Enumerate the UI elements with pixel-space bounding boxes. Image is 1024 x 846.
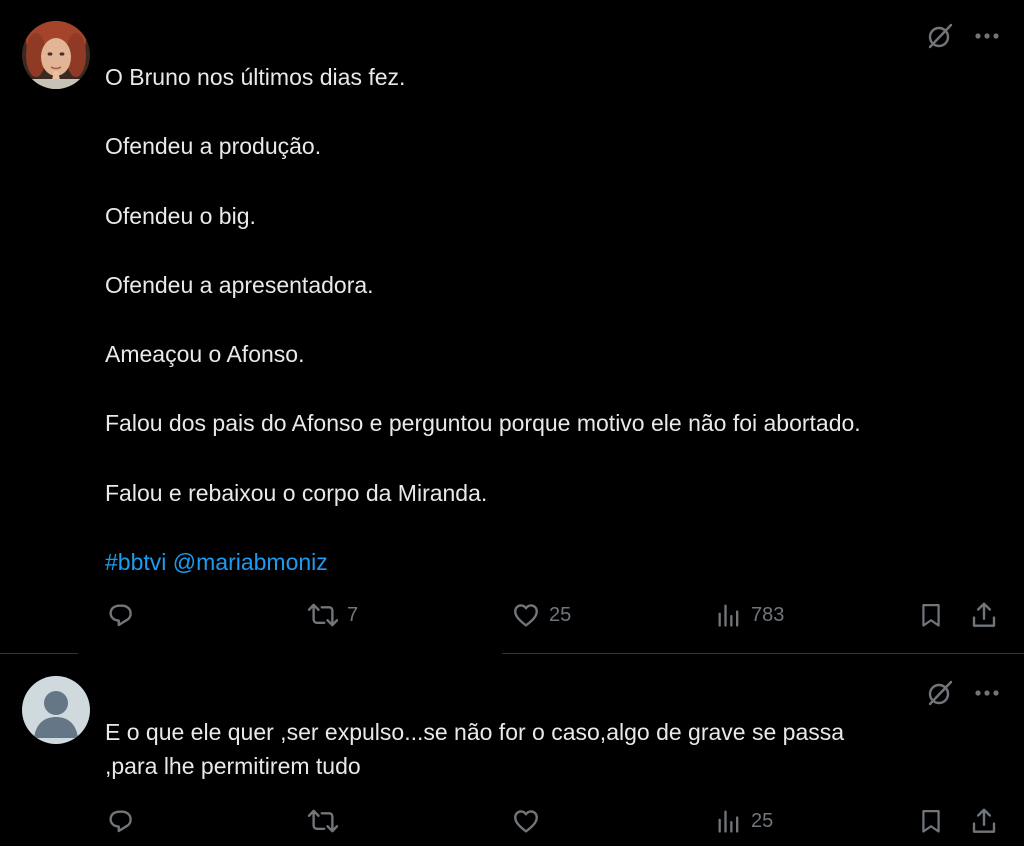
grok-icon[interactable] [926,22,954,50]
like-button[interactable]: 25 [511,597,571,633]
more-icon[interactable] [974,689,1000,697]
like-icon [514,810,538,833]
reply-button[interactable] [105,597,143,633]
like-button[interactable] [511,803,549,839]
views-count: 25 [751,809,774,832]
default-avatar[interactable] [22,676,90,744]
tweet[interactable]: O Bruno nos últimos dias fez. Ofendeu a … [0,0,1024,654]
share-button[interactable] [969,597,999,633]
reply-icon [109,810,132,833]
hashtag-link[interactable]: #bbtvi [105,549,166,575]
tweet-top-actions [926,679,1000,707]
retweet-button[interactable] [307,803,347,839]
tweet[interactable]: E o que ele quer ,ser expulso...se não f… [0,655,1024,846]
tweet-top-actions [926,22,1000,50]
divider [502,653,1024,654]
bookmark-icon [922,603,940,627]
tweet-text: E o que ele quer ,ser expulso...se não f… [105,715,995,783]
like-icon [514,604,538,627]
bookmark-icon [922,809,940,833]
tweet-line: Ameaçou o Afonso. [105,341,305,368]
retweet-icon [307,603,339,627]
reply-icon [109,604,132,627]
more-icon[interactable] [974,32,1000,40]
divider [0,653,78,654]
like-count: 25 [549,603,572,626]
views-icon [718,604,739,627]
reply-button[interactable] [105,803,143,839]
tweet-line: O Bruno nos últimos dias fez. [105,64,406,90]
tweet-text: O Bruno nos últimos dias fez. Ofendeu a … [105,62,995,577]
mention-link[interactable]: @mariabmoniz [173,549,328,575]
tweet-line: E o que ele quer ,ser expulso...se não f… [105,719,845,745]
tweet-tags: #bbtvi @mariabmoniz [105,547,995,577]
bookmark-button[interactable] [917,597,945,633]
avatar[interactable] [22,21,90,89]
tweet-line: Ofendeu a produção. [105,133,322,160]
tweet-line: Ofendeu o big. [105,202,256,229]
bookmark-button[interactable] [917,803,945,839]
views-icon [718,810,739,833]
tweet-line: Falou e rebaixou o corpo da Miranda. [105,479,488,506]
views-button[interactable]: 25 [715,803,773,839]
grok-icon[interactable] [926,679,954,707]
tweet-line: Falou dos pais do Afonso e perguntou por… [105,410,861,437]
share-button[interactable] [969,803,999,839]
action-bar: 25 [105,803,1003,839]
retweet-button[interactable]: 7 [307,597,358,633]
share-icon [972,602,996,627]
views-button[interactable]: 783 [715,597,784,633]
tweet-line: ,para lhe permitirem tudo [105,753,361,779]
tweet-line: Ofendeu a apresentadora. [105,271,374,298]
retweet-count: 7 [347,603,359,626]
retweet-icon [307,809,339,833]
share-icon [972,808,996,833]
action-bar: 7 25 783 [105,597,1003,633]
views-count: 783 [751,603,785,626]
